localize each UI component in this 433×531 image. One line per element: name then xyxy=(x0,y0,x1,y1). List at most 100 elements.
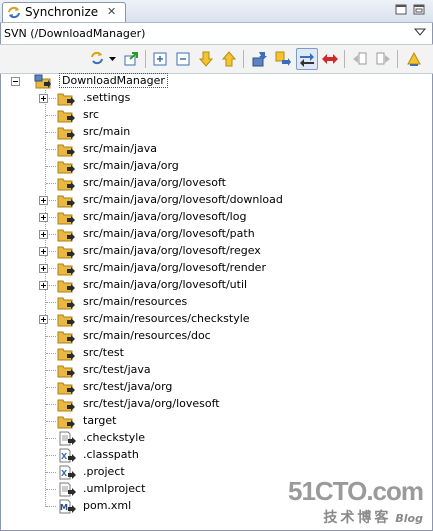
maximize-icon[interactable] xyxy=(413,4,425,15)
conflict-icon xyxy=(322,54,338,64)
tree-item-label: src/main/java/org/lovesoft/log xyxy=(83,210,247,223)
folder-icon xyxy=(57,246,75,259)
expand-all-button[interactable] xyxy=(150,49,170,69)
both-ways-icon xyxy=(300,53,314,67)
text-file-icon xyxy=(59,482,76,497)
update-button[interactable] xyxy=(373,49,393,69)
synchronize-dropdown-button[interactable] xyxy=(88,49,108,69)
svg-text:X: X xyxy=(61,452,68,461)
tree-item[interactable]: src/main/java xyxy=(57,141,317,158)
tree-item-label: .classpath xyxy=(83,448,139,461)
chevron-down-icon[interactable] xyxy=(413,27,427,37)
tree-item-label: .checkstyle xyxy=(83,431,146,444)
pin-icon xyxy=(124,52,138,66)
tree-guide-line xyxy=(46,438,56,439)
tree-item[interactable]: src/test/java xyxy=(57,362,317,379)
view-menu-button[interactable] xyxy=(404,49,424,69)
folder-icon xyxy=(57,314,75,327)
tree-guide-line xyxy=(46,132,56,133)
tree-item-label: .settings xyxy=(83,91,131,104)
tree-item[interactable]: X .project xyxy=(57,464,317,481)
tree-guide-line xyxy=(46,472,56,473)
expand-toggle[interactable] xyxy=(39,247,48,256)
tree-item-label: src/test/java/org/lovesoft xyxy=(83,397,220,410)
tree-item[interactable]: src/main/java/org/lovesoft/path xyxy=(57,226,317,243)
xml-file-icon: X xyxy=(59,448,76,463)
tree-item-label: src/main/resources/checkstyle xyxy=(83,312,250,325)
tree-item[interactable]: src/main/java/org/lovesoft/regex xyxy=(57,243,317,260)
view-subtitle: SVN (/DownloadManager) xyxy=(4,27,146,40)
tree-item[interactable]: X .classpath xyxy=(57,447,317,464)
folder-icon xyxy=(57,280,75,293)
tree-item[interactable]: src/main/resources/doc xyxy=(57,328,317,345)
tree-item[interactable]: src/main/java/org/lovesoft/log xyxy=(57,209,317,226)
folder-icon xyxy=(57,365,75,378)
tree-item-label: src/test/java/org xyxy=(83,380,173,393)
commit-button[interactable] xyxy=(350,49,370,69)
toolbar-separator xyxy=(145,50,146,68)
minimize-icon[interactable] xyxy=(395,4,407,15)
folder-icon xyxy=(57,229,75,242)
tree-item[interactable]: src/main/java/org/lovesoft xyxy=(57,175,317,192)
tree-item[interactable]: .checkstyle xyxy=(57,430,317,447)
folder-icon xyxy=(57,263,75,276)
tree-item[interactable]: .settings xyxy=(57,90,317,107)
tree-guide-line xyxy=(46,336,56,337)
tree-item[interactable]: target xyxy=(57,413,317,430)
expand-toggle[interactable] xyxy=(39,230,48,239)
folder-icon xyxy=(57,93,75,106)
conflicts-mode-button[interactable] xyxy=(320,49,340,69)
tree-item[interactable]: src/test xyxy=(57,345,317,362)
commit-icon xyxy=(353,52,367,65)
expand-toggle[interactable] xyxy=(39,315,48,324)
outgoing-icon xyxy=(275,51,291,66)
tree-item[interactable]: src xyxy=(57,107,317,124)
incoming-outgoing-mode-button[interactable] xyxy=(296,48,318,70)
tree-item[interactable]: .umlproject xyxy=(57,481,317,498)
incoming-mode-button[interactable] xyxy=(250,49,270,69)
folder-icon xyxy=(57,331,75,344)
tree-guide-line xyxy=(46,455,56,456)
collapse-all-button[interactable] xyxy=(173,49,193,69)
tree-item[interactable]: Mpom.xml xyxy=(57,498,317,515)
tree-root-project[interactable]: DownloadManager xyxy=(11,73,173,90)
next-difference-button[interactable] xyxy=(196,49,216,69)
update-icon xyxy=(376,52,390,65)
collapse-all-icon xyxy=(176,52,190,66)
tree-item-label: src/test/java xyxy=(83,363,151,376)
toolbar-separator xyxy=(397,50,398,68)
expand-toggle[interactable] xyxy=(39,264,48,273)
tree-item-label: src/main/java/org/lovesoft xyxy=(83,176,226,189)
tree-guide-line xyxy=(46,149,56,150)
collapse-toggle[interactable] xyxy=(11,77,20,86)
tree-item[interactable]: src/test/java/org xyxy=(57,379,317,396)
tree-item-label: src/main/resources/doc xyxy=(83,329,211,342)
chevron-down-icon[interactable] xyxy=(109,57,116,62)
expand-all-icon xyxy=(153,52,167,66)
expand-toggle[interactable] xyxy=(39,281,48,290)
folder-icon xyxy=(57,110,75,123)
close-icon[interactable]: ✕ xyxy=(107,5,116,18)
tree-item[interactable]: src/main/resources/checkstyle xyxy=(57,311,317,328)
tree-item[interactable]: src/main/java/org/lovesoft/render xyxy=(57,260,317,277)
previous-difference-button[interactable] xyxy=(219,49,239,69)
tree-guide-line xyxy=(46,489,56,490)
tree-item[interactable]: src/main xyxy=(57,124,317,141)
tree-item[interactable]: src/main/java/org/lovesoft/download xyxy=(57,192,317,209)
expand-toggle[interactable] xyxy=(39,213,48,222)
tree-item[interactable]: src/main/java/org/lovesoft/util xyxy=(57,277,317,294)
xml-file-icon: X xyxy=(59,465,76,480)
expand-toggle[interactable] xyxy=(39,94,48,103)
folder-icon xyxy=(57,178,75,191)
arrow-up-icon xyxy=(221,51,237,67)
pin-button[interactable] xyxy=(121,49,141,69)
outgoing-mode-button[interactable] xyxy=(273,49,293,69)
tree-item[interactable]: src/main/java/org xyxy=(57,158,317,175)
tab-synchronize[interactable]: Synchronize ✕ xyxy=(2,2,126,22)
tree-item[interactable]: src/test/java/org/lovesoft xyxy=(57,396,317,413)
folder-icon xyxy=(57,416,75,429)
tab-bar: Synchronize ✕ xyxy=(0,0,433,23)
expand-toggle[interactable] xyxy=(39,196,48,205)
watermark-logo: 51CTO.com xyxy=(287,476,424,506)
tree-item[interactable]: src/main/resources xyxy=(57,294,317,311)
